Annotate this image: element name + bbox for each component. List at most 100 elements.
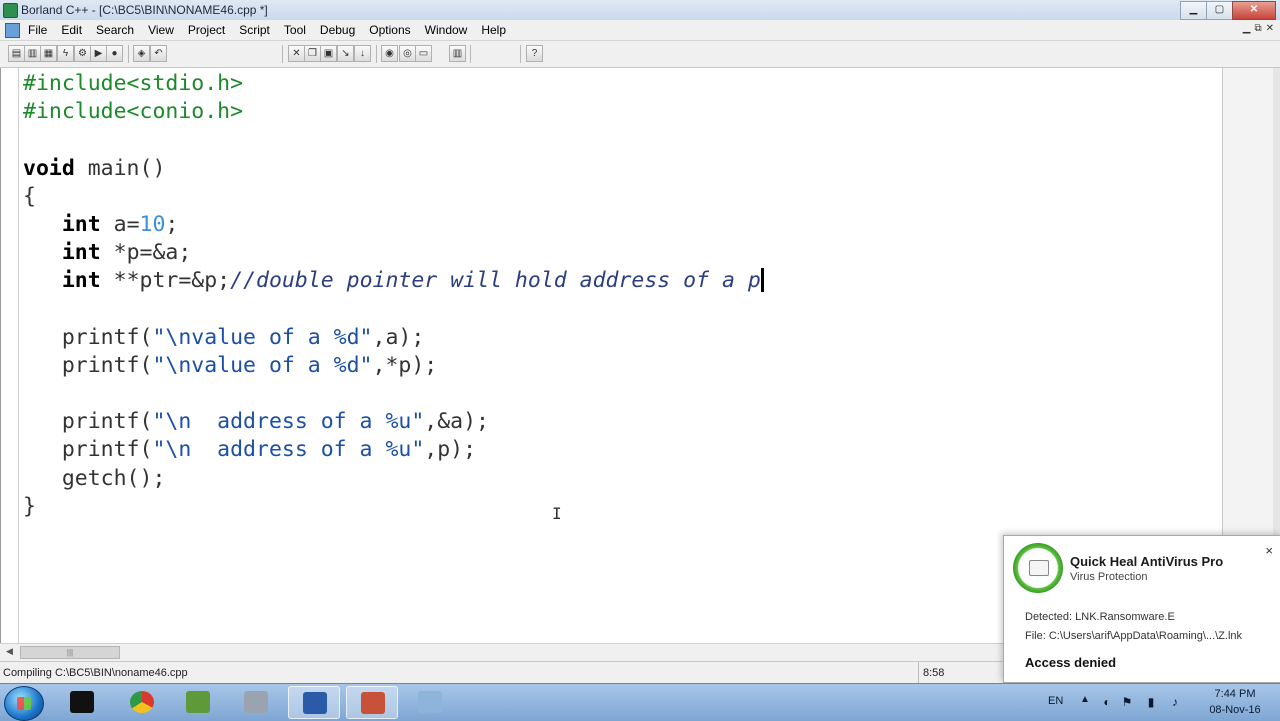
code-line[interactable]: printf("\n address of a %u",&a); <box>23 408 764 436</box>
breakpoint-icon[interactable]: ◉ <box>381 45 398 62</box>
make-icon[interactable]: ⚙ <box>74 45 91 62</box>
menu-file[interactable]: File <box>21 23 54 37</box>
code-line[interactable]: int a=10; <box>23 211 764 239</box>
scroll-thumb[interactable]: ||| <box>20 646 120 659</box>
tile-icon[interactable]: ▥ <box>449 45 466 62</box>
code-line[interactable]: getch(); <box>23 465 764 493</box>
stop-icon[interactable]: ● <box>106 45 123 62</box>
system-tray: EN ▲ ◐ ⚑ ▮ ♪ 7:44 PM 08-Nov-16 <box>1020 684 1280 721</box>
new-icon[interactable]: ▤ <box>8 45 25 62</box>
notification-close-icon[interactable]: × <box>1265 543 1273 558</box>
taskbar-app-calculator[interactable] <box>404 686 456 719</box>
menu-help[interactable]: Help <box>474 23 513 37</box>
mdi-minimize-button[interactable]: ▁ <box>1243 23 1251 34</box>
antivirus-notification[interactable]: Quick Heal AntiVirus Pro Virus Protectio… <box>1003 535 1280 683</box>
code-line[interactable]: void main() <box>23 155 764 183</box>
debug-icon[interactable]: ◈ <box>133 45 150 62</box>
project-icon[interactable]: ▦ <box>40 45 57 62</box>
menu-script[interactable]: Script <box>232 23 277 37</box>
cursor-position: 8:58 <box>918 662 944 684</box>
open-icon[interactable]: ▥ <box>24 45 41 62</box>
code-line[interactable]: } <box>23 493 764 521</box>
paste-icon[interactable]: ▣ <box>320 45 337 62</box>
code-line[interactable]: ​ <box>23 126 764 154</box>
mdi-restore-button[interactable]: ⧉ <box>1254 23 1261 34</box>
taskbar-app-borland[interactable] <box>346 686 398 719</box>
taskbar-app-printer[interactable] <box>230 686 282 719</box>
cut-icon[interactable]: ✕ <box>288 45 305 62</box>
scroll-left-icon[interactable]: ◀ <box>6 646 13 657</box>
text-cursor-icon: I <box>552 504 562 523</box>
code-line[interactable]: printf("\nvalue of a %d",*p); <box>23 352 764 380</box>
code-line[interactable]: #include<stdio.h> <box>23 70 764 98</box>
menu-tool[interactable]: Tool <box>277 23 313 37</box>
help-icon[interactable]: ? <box>526 45 543 62</box>
antivirus-tray-icon[interactable]: ◐ <box>1100 695 1114 709</box>
taskbar-app-word[interactable] <box>288 686 340 719</box>
code-token: { <box>23 183 36 209</box>
code-token: "\nvalue of a %d" <box>152 324 373 350</box>
taskbar-app-notepad[interactable] <box>172 686 224 719</box>
code-line[interactable]: printf("\nvalue of a %d",a); <box>23 324 764 352</box>
trace-icon[interactable]: ↓ <box>354 45 371 62</box>
code-token: } <box>23 493 36 519</box>
code-line[interactable]: printf("\n address of a %u",p); <box>23 436 764 464</box>
document-system-icon[interactable] <box>5 23 20 38</box>
menu-window[interactable]: Window <box>418 23 475 37</box>
code-token: "\n address of a %u" <box>152 437 425 463</box>
network-icon[interactable]: ▮ <box>1144 695 1158 709</box>
run-icon[interactable]: ▶ <box>90 45 107 62</box>
code-token: int <box>61 268 101 294</box>
menu-project[interactable]: Project <box>181 23 232 37</box>
code-text[interactable]: #include<stdio.h>#include<conio.h>​void … <box>23 70 764 521</box>
toolbar-separator <box>376 45 377 63</box>
window-controls: ▁ ▢ ✕ <box>1180 1 1276 20</box>
menu-edit[interactable]: Edit <box>54 23 89 37</box>
taskbar-app-cmd[interactable] <box>56 686 108 719</box>
step-icon[interactable]: ↘ <box>337 45 354 62</box>
start-button[interactable] <box>4 686 44 721</box>
menu-debug[interactable]: Debug <box>313 23 362 37</box>
code-token: "\nvalue of a %d" <box>152 352 373 378</box>
code-token: "\n address of a %u" <box>152 409 425 435</box>
menu-view[interactable]: View <box>141 23 181 37</box>
clock-time[interactable]: 7:44 PM <box>1200 688 1270 700</box>
borland-app-icon[interactable] <box>3 3 18 18</box>
code-line[interactable]: { <box>23 183 764 211</box>
clock-date[interactable]: 08-Nov-16 <box>1200 704 1270 716</box>
quick-heal-logo-icon <box>1013 543 1063 593</box>
code-token: ,*p); <box>372 352 438 378</box>
menu-options[interactable]: Options <box>362 23 417 37</box>
toolbar-separator <box>470 45 471 63</box>
mdi-close-button[interactable]: ✕ <box>1266 23 1274 34</box>
code-line[interactable]: int **ptr=&p;//double pointer will hold … <box>23 267 764 295</box>
action-center-icon[interactable]: ⚑ <box>1120 695 1134 709</box>
code-line[interactable]: int *p=&a; <box>23 239 764 267</box>
text-caret <box>760 268 764 293</box>
code-line[interactable]: ​ <box>23 380 764 408</box>
compile-icon[interactable]: ϟ <box>57 45 74 62</box>
code-token: 10 <box>139 211 166 237</box>
show-hidden-icons-icon[interactable]: ▲ <box>1080 694 1090 705</box>
toolbar-separator <box>520 45 521 63</box>
watch-icon[interactable]: ◎ <box>399 45 416 62</box>
close-button[interactable]: ✕ <box>1232 1 1276 20</box>
code-line[interactable]: #include<conio.h> <box>23 98 764 126</box>
threat-file-path: File: C:\Users\arif\AppData\Roaming\...\… <box>1025 630 1243 642</box>
editor-gutter <box>18 68 19 643</box>
volume-icon[interactable]: ♪ <box>1168 695 1182 709</box>
code-line[interactable]: ​ <box>23 296 764 324</box>
menu-search[interactable]: Search <box>89 23 141 37</box>
window-icon[interactable]: ▭ <box>415 45 432 62</box>
copy-icon[interactable]: ❐ <box>304 45 321 62</box>
taskbar-app-chrome[interactable] <box>116 686 168 719</box>
language-indicator[interactable]: EN <box>1048 695 1063 707</box>
undo-icon[interactable]: ↶ <box>150 45 167 62</box>
minimize-button[interactable]: ▁ <box>1180 1 1206 20</box>
code-token: #include<conio.h> <box>23 99 244 125</box>
notepad-icon <box>186 691 210 713</box>
maximize-button[interactable]: ▢ <box>1206 1 1232 20</box>
code-token: ; <box>165 211 179 237</box>
